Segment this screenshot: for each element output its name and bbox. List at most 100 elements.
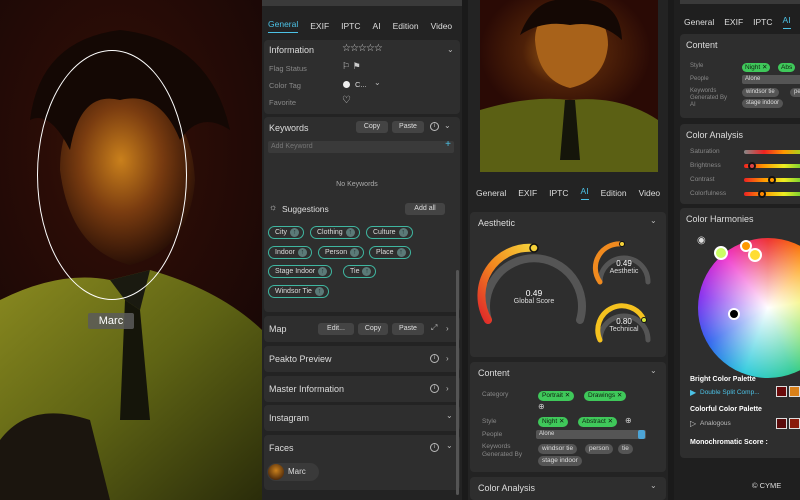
brightness-slider-knob[interactable] [748, 162, 756, 170]
face-chip[interactable]: Marc [267, 463, 319, 481]
rating-stars[interactable]: ☆☆☆☆☆ [342, 43, 383, 54]
tab-video[interactable]: Video [431, 21, 453, 31]
tab-exif[interactable]: EXIF [310, 21, 329, 31]
saturation-label: Saturation [690, 148, 720, 155]
chevron-down-icon[interactable]: ⌄ [444, 121, 451, 130]
suggestion-chip[interactable]: City ↑ [268, 226, 305, 239]
suggestion-chip[interactable]: Place ↑ [369, 246, 411, 259]
add-icon[interactable]: + [445, 139, 451, 150]
suggestion-chip[interactable]: Culture ↑ [366, 226, 413, 239]
flag-icon[interactable]: ⚐ ⚑ [342, 61, 361, 72]
harmony-handle-center[interactable] [728, 308, 740, 320]
tab-iptc[interactable]: IPTC [753, 17, 772, 27]
palette-swatch [789, 386, 800, 397]
face-detection-ellipse[interactable] [37, 50, 187, 300]
tab-video[interactable]: Video [639, 188, 661, 198]
people-select[interactable]: Alone [742, 75, 800, 84]
style-tag[interactable]: Abs [778, 63, 796, 72]
photo-viewer[interactable]: Marc [0, 0, 262, 500]
keywords-copy-button[interactable]: Copy [356, 121, 388, 133]
saturation-slider[interactable] [744, 150, 800, 154]
style-tag[interactable]: Night ✕ [742, 63, 771, 72]
map-section[interactable]: Map Edit... Copy Paste ⤢ › [264, 316, 460, 342]
chevron-right-icon[interactable]: › [446, 354, 449, 363]
chevron-right-icon[interactable]: › [446, 324, 449, 333]
tab-general[interactable]: General [476, 188, 506, 198]
tab-ai[interactable]: AI [782, 15, 791, 29]
color-tag-chevron-icon[interactable]: ⌄ [374, 78, 381, 87]
chevron-down-icon[interactable]: ⌄ [446, 441, 453, 450]
eye-icon[interactable]: ◉ [697, 235, 706, 246]
contrast-slider-knob[interactable] [768, 176, 776, 184]
tab-ai[interactable]: AI [580, 186, 589, 200]
master-information-section[interactable]: Master Information i › [264, 376, 460, 402]
keyword-tag[interactable]: stage indoor [742, 99, 784, 108]
suggestion-chip[interactable]: Clothing ↑ [310, 226, 360, 239]
add-icon[interactable]: ⊕ [538, 402, 545, 411]
bright-palette-value[interactable]: Double Split Comp... [700, 389, 760, 396]
category-tag[interactable]: Portrait ✕ [538, 391, 575, 401]
instagram-section[interactable]: Instagram ⌄ [264, 405, 460, 431]
chevron-down-icon[interactable]: ⌄ [650, 481, 657, 490]
scrollbar[interactable] [456, 270, 459, 495]
tab-iptc[interactable]: IPTC [549, 188, 568, 198]
tab-iptc[interactable]: IPTC [341, 21, 360, 31]
info-icon[interactable]: i [430, 443, 439, 452]
suggestion-chip[interactable]: Windsor Tie ↑ [268, 285, 329, 298]
colorful-palette-value[interactable]: Analogous [700, 420, 731, 427]
face-name-label[interactable]: Marc [88, 313, 134, 329]
keyword-tag[interactable]: windsor tie [742, 88, 779, 97]
keyword-tag[interactable]: per [790, 88, 800, 97]
people-select[interactable]: Alone [536, 430, 646, 439]
chevron-down-icon[interactable]: ⌄ [650, 216, 657, 225]
play-icon[interactable]: ▷ [690, 419, 696, 428]
suggestion-chip[interactable]: Stage Indoor ↑ [268, 265, 333, 278]
add-icon[interactable]: ⊕ [625, 416, 632, 425]
chevron-right-icon[interactable]: › [446, 384, 449, 393]
info-panel-middle: General EXIF IPTC AI Edition Video Aesth… [468, 0, 668, 500]
suggestion-chip[interactable]: Person ↑ [318, 246, 365, 259]
map-copy-button[interactable]: Copy [358, 323, 388, 335]
style-tag[interactable]: Night ✕ [538, 417, 569, 427]
tab-general[interactable]: General [268, 19, 299, 33]
map-paste-button[interactable]: Paste [392, 323, 424, 335]
peakto-preview-section[interactable]: Peakto Preview i › [264, 346, 460, 372]
colorfulness-slider-knob[interactable] [758, 190, 766, 198]
color-wheel[interactable] [698, 238, 800, 378]
info-icon[interactable]: i [430, 384, 439, 393]
info-icon[interactable]: i [430, 122, 439, 131]
color-tag-dot[interactable] [343, 81, 350, 88]
tab-edition[interactable]: Edition [393, 21, 419, 31]
info-icon[interactable]: i [430, 354, 439, 363]
style-tag[interactable]: Abstract ✕ [578, 417, 618, 427]
suggestion-chip[interactable]: Indoor ↑ [268, 246, 312, 259]
chevron-down-icon[interactable]: ⌄ [446, 411, 453, 420]
chevron-down-icon[interactable]: ⌄ [447, 45, 454, 54]
suggestion-chip[interactable]: Tie ↑ [343, 265, 377, 278]
colorfulness-slider[interactable] [744, 192, 800, 196]
heart-icon[interactable]: ♡ [342, 95, 351, 106]
keyword-tag[interactable]: person [585, 444, 613, 454]
style-label: Style [690, 63, 704, 69]
keyword-tag[interactable]: tie [618, 444, 633, 454]
add-all-button[interactable]: Add all [405, 203, 445, 215]
harmony-handle[interactable] [748, 248, 762, 262]
tab-edition[interactable]: Edition [601, 188, 627, 198]
harmony-handle[interactable] [714, 246, 728, 260]
keyword-tag[interactable]: windsor tie [538, 444, 578, 454]
color-analysis-section[interactable]: Color Analysis ⌄ [470, 477, 666, 500]
content-section: Content Style Night ✕ Abs People Alone K… [680, 34, 800, 118]
keyword-tag[interactable]: stage indoor [538, 456, 582, 466]
tab-ai[interactable]: AI [373, 21, 381, 31]
expand-icon[interactable]: ⤢ [431, 323, 437, 333]
tab-general[interactable]: General [684, 17, 714, 27]
color-tag-value[interactable]: C... [355, 80, 367, 89]
chevron-down-icon[interactable]: ⌄ [650, 366, 657, 375]
tab-exif[interactable]: EXIF [724, 17, 743, 27]
map-edit-button[interactable]: Edit... [318, 323, 354, 335]
play-icon[interactable]: ▶ [690, 388, 696, 397]
tab-exif[interactable]: EXIF [518, 188, 537, 198]
keywords-paste-button[interactable]: Paste [392, 121, 424, 133]
add-keyword-input[interactable]: Add Keyword + [268, 139, 454, 153]
category-tag[interactable]: Drawings ✕ [584, 391, 627, 401]
